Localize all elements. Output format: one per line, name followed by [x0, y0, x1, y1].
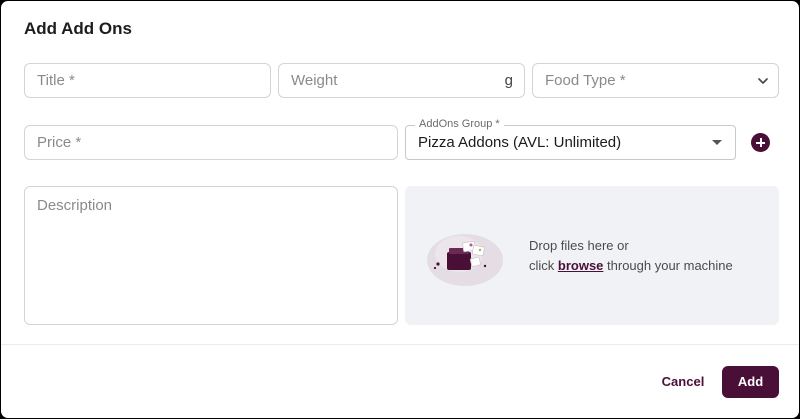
file-upload-illustration-icon: [427, 234, 503, 286]
addons-group-value: Pizza Addons (AVL: Unlimited): [418, 134, 622, 151]
price-field[interactable]: Price *: [24, 125, 398, 160]
footer-divider: [1, 344, 799, 345]
add-group-plus-icon[interactable]: [751, 133, 770, 152]
caret-down-icon: [712, 140, 722, 145]
food-type-select[interactable]: Food Type *: [532, 63, 779, 98]
dropzone-text: Drop files here or click browse through …: [529, 236, 733, 276]
title-placeholder: Title *: [37, 72, 75, 89]
food-type-placeholder: Food Type *: [545, 72, 626, 89]
browse-link[interactable]: browse: [558, 258, 604, 273]
dialog-title: Add Add Ons: [24, 19, 132, 38]
chevron-down-icon: [758, 78, 768, 84]
dropzone-line-2-suffix: through your machine: [603, 258, 733, 273]
price-placeholder: Price *: [37, 134, 82, 151]
weight-placeholder: Weight: [291, 72, 338, 89]
add-button[interactable]: Add: [722, 366, 779, 398]
dropzone-click-text: click: [529, 258, 558, 273]
weight-unit: g: [504, 72, 513, 89]
title-field[interactable]: Title *: [24, 63, 271, 98]
weight-field[interactable]: Weight g: [278, 63, 525, 98]
description-placeholder: Description: [37, 197, 113, 214]
dropzone-line-1: Drop files here or: [529, 238, 629, 253]
addons-group-select[interactable]: AddOns Group * Pizza Addons (AVL: Unlimi…: [405, 118, 736, 160]
description-textarea[interactable]: Description: [24, 186, 398, 325]
addons-group-label: AddOns Group *: [415, 118, 504, 130]
file-dropzone[interactable]: Drop files here or click browse through …: [405, 186, 779, 325]
cancel-button[interactable]: Cancel: [652, 367, 714, 397]
dropzone-line-2: click browse through your machine: [529, 256, 733, 276]
add-addons-dialog: Add Add Ons Title * Weight g Food Type *…: [1, 1, 799, 418]
